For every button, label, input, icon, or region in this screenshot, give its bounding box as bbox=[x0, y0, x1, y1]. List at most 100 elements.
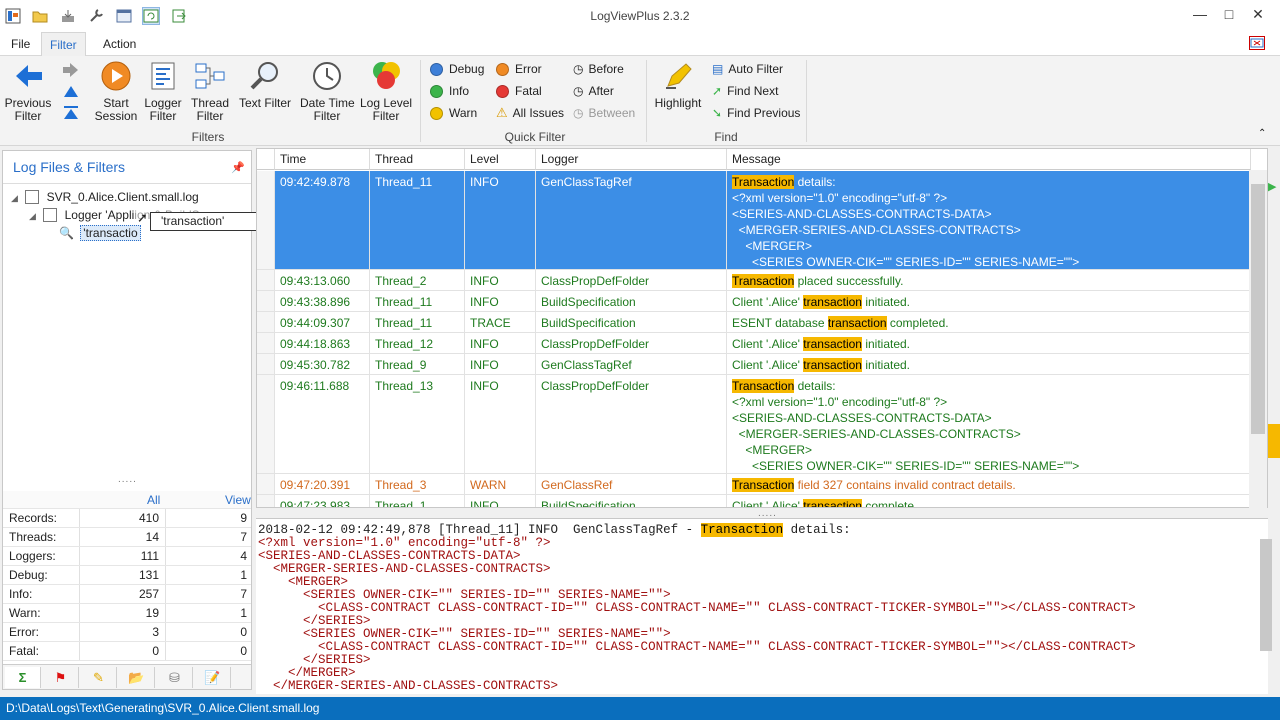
before-clock-icon: ◷ bbox=[573, 62, 584, 76]
splitter-handle[interactable]: ..... bbox=[118, 474, 137, 485]
stats-row: Threads: 14 7 bbox=[3, 528, 251, 547]
cell-level: INFO bbox=[465, 354, 536, 374]
cell-level: WARN bbox=[465, 474, 536, 494]
row-gutter[interactable] bbox=[257, 270, 275, 290]
menu-action[interactable]: Action bbox=[95, 32, 144, 56]
table-row[interactable]: 09:45:30.782 Thread_9 INFO GenClassTagRef Cl… bbox=[257, 354, 1267, 375]
menu-filter[interactable]: Filter bbox=[41, 32, 86, 57]
stats-view-value: 1 bbox=[240, 568, 247, 582]
tree-file-node[interactable]: ◢ SVR_0.Alice.Client.small.log bbox=[11, 188, 199, 206]
cell-level: INFO bbox=[465, 495, 536, 507]
quick-debug[interactable]: Debug bbox=[430, 60, 484, 78]
collapse-ribbon-icon[interactable]: ⌃ bbox=[1258, 128, 1266, 139]
quick-info[interactable]: Info bbox=[430, 82, 469, 100]
column-message[interactable]: Message bbox=[727, 149, 1251, 170]
column-thread[interactable]: Thread bbox=[370, 149, 465, 170]
bookmark-icon[interactable]: ⚑ bbox=[43, 667, 79, 688]
table-row[interactable]: 09:43:38.896 Thread_11 INFO BuildSpecificat… bbox=[257, 291, 1267, 312]
table-row[interactable]: 09:44:18.863 Thread_12 INFO ClassPropDefFol… bbox=[257, 333, 1267, 354]
stats-header: All View bbox=[3, 491, 251, 509]
up-arrow-icon[interactable] bbox=[62, 84, 80, 100]
find-next-button[interactable]: ➚ Find Next bbox=[712, 82, 778, 100]
close-ribbon-icon[interactable] bbox=[1249, 36, 1265, 50]
cell-time: 09:43:38.896 bbox=[275, 291, 370, 311]
row-gutter[interactable] bbox=[257, 495, 275, 507]
previous-filter-button[interactable]: Previous Filter bbox=[4, 60, 52, 123]
grid-scrollbar-thumb[interactable] bbox=[1251, 184, 1265, 434]
menu-file[interactable]: File bbox=[3, 32, 38, 56]
detail-view[interactable]: 2018-02-12 09:42:49,878 [Thread_11] INFO… bbox=[256, 518, 1272, 694]
close-button[interactable]: ✕ bbox=[1243, 6, 1273, 26]
table-row[interactable]: 09:42:49.878 Thread_11 INFO GenClassTagRef T… bbox=[257, 171, 1267, 270]
cell-time: 09:44:18.863 bbox=[275, 333, 370, 353]
row-gutter[interactable] bbox=[257, 333, 275, 353]
thread-icon bbox=[194, 60, 226, 92]
quick-before[interactable]: ◷ Before bbox=[573, 60, 624, 78]
quick-warn[interactable]: Warn bbox=[430, 104, 477, 122]
column-logger[interactable]: Logger bbox=[536, 149, 727, 170]
quick-error[interactable]: Error bbox=[496, 60, 542, 78]
cell-level: INFO bbox=[465, 270, 536, 290]
folder-search-icon[interactable]: 📂 bbox=[119, 667, 155, 688]
table-row[interactable]: 09:47:20.391 Thread_3 WARN GenClassRef Trans… bbox=[257, 474, 1267, 495]
expand-icon[interactable]: ◢ bbox=[29, 211, 36, 221]
sigma-icon[interactable]: Σ bbox=[5, 667, 41, 688]
log-files-panel: Log Files & Filters 📌 ◢ SVR_0.Alice.Clie… bbox=[2, 150, 252, 690]
note-icon[interactable]: 📝 bbox=[195, 667, 231, 688]
thread-filter-button[interactable]: Thread Filter bbox=[188, 60, 232, 123]
clock-icon bbox=[311, 60, 343, 92]
pencil-icon[interactable]: ✎ bbox=[81, 667, 117, 688]
text-filter-button[interactable]: Text Filter bbox=[238, 60, 292, 110]
table-row[interactable]: 09:47:23.983 Thread_1 INFO BuildSpecificati… bbox=[257, 495, 1267, 507]
cell-time: 09:47:23.983 bbox=[275, 495, 370, 507]
message-text: details: bbox=[794, 379, 836, 393]
cell-message: Transaction details: <?xml version="1.0"… bbox=[727, 171, 1251, 269]
stats-row: Records: 410 9 bbox=[3, 509, 251, 528]
database-icon[interactable]: ⛁ bbox=[157, 667, 193, 688]
highlight-label: Highlight bbox=[654, 96, 702, 110]
find-previous-label: Find Previous bbox=[727, 106, 801, 120]
cell-message: Transaction details: <?xml version="1.0"… bbox=[727, 375, 1251, 473]
detail-line: <CLASS-CONTRACT CLASS-CONTRACT-ID="" CLA… bbox=[258, 601, 1136, 615]
row-gutter[interactable] bbox=[257, 291, 275, 311]
column-level[interactable]: Level bbox=[465, 149, 536, 170]
top-arrow-icon[interactable] bbox=[62, 105, 80, 121]
table-row[interactable]: 09:44:09.307 Thread_11 TRACE BuildSpecifica… bbox=[257, 312, 1267, 333]
logger-icon bbox=[147, 60, 179, 92]
message-text: initiated. bbox=[861, 295, 911, 309]
pin-icon[interactable]: 📌 bbox=[231, 161, 245, 174]
start-session-button[interactable]: Start Session bbox=[94, 60, 138, 123]
detail-scrollbar-thumb[interactable] bbox=[1260, 539, 1272, 651]
highlight-button[interactable]: Highlight bbox=[654, 60, 702, 110]
stats-header-view[interactable]: View bbox=[225, 493, 251, 507]
date-time-filter-button[interactable]: Date Time Filter bbox=[300, 60, 355, 123]
auto-filter-icon: ▤ bbox=[712, 62, 724, 76]
row-gutter[interactable] bbox=[257, 171, 275, 269]
column-time[interactable]: Time bbox=[275, 149, 370, 170]
table-row[interactable]: 09:46:11.688 Thread_13 INFO ClassPropDefFol… bbox=[257, 375, 1267, 474]
cell-logger: BuildSpecification bbox=[536, 291, 727, 311]
log-level-filter-button[interactable]: Log Level Filter bbox=[360, 60, 412, 123]
logger-filter-button[interactable]: Logger Filter bbox=[142, 60, 184, 123]
row-gutter[interactable] bbox=[257, 354, 275, 374]
quick-all-issues[interactable]: ⚠ All Issues bbox=[496, 104, 564, 122]
expand-icon[interactable]: ◢ bbox=[11, 193, 18, 203]
forward-arrow-icon[interactable] bbox=[62, 62, 80, 78]
auto-filter-button[interactable]: ▤ Auto Filter bbox=[712, 60, 783, 78]
maximize-button[interactable]: □ bbox=[1214, 6, 1244, 26]
stats-label: Records: bbox=[9, 511, 58, 525]
stats-header-all[interactable]: All bbox=[147, 493, 160, 507]
grid-scrollbar[interactable] bbox=[1249, 170, 1267, 508]
message-xml: <?xml version="1.0" encoding="utf-8" ?> … bbox=[732, 191, 1080, 269]
row-gutter[interactable] bbox=[257, 474, 275, 494]
row-gutter[interactable] bbox=[257, 312, 275, 332]
minimize-button[interactable]: — bbox=[1185, 6, 1215, 26]
quick-after[interactable]: ◷ After bbox=[573, 82, 614, 100]
highlighter-icon bbox=[662, 60, 694, 92]
table-row[interactable]: 09:43:13.060 Thread_2 INFO ClassPropDefFold… bbox=[257, 270, 1267, 291]
magnifier-icon bbox=[249, 60, 281, 92]
find-previous-button[interactable]: ➘ Find Previous bbox=[712, 104, 800, 122]
search-highlight: Transaction bbox=[732, 175, 795, 189]
row-gutter[interactable] bbox=[257, 375, 275, 473]
quick-fatal[interactable]: Fatal bbox=[496, 82, 542, 100]
